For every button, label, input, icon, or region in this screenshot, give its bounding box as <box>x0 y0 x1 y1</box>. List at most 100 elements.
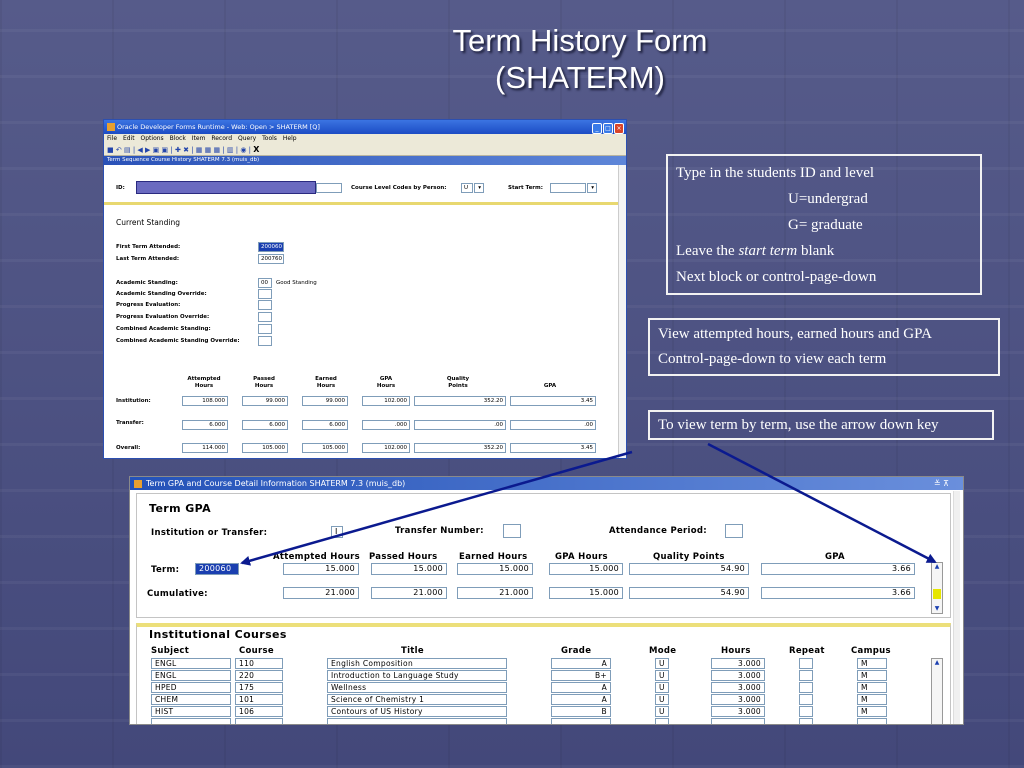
course-hours[interactable]: 3.000 <box>711 682 765 693</box>
course-hours[interactable] <box>711 718 765 724</box>
overall-attempted[interactable]: 114.000 <box>182 443 228 453</box>
standing-override-field[interactable] <box>258 289 272 299</box>
combined-override-field[interactable] <box>258 336 272 346</box>
course-title[interactable] <box>327 718 507 724</box>
minimize-icon[interactable]: _ <box>592 123 602 134</box>
query-icon[interactable]: ▦ <box>213 146 220 154</box>
chevron-down-icon[interactable]: ▾ <box>587 183 597 193</box>
inst-transfer-field[interactable]: I <box>331 526 343 538</box>
transfer-number-field[interactable] <box>503 524 521 538</box>
combined-standing-field[interactable] <box>258 324 272 334</box>
course-mode[interactable] <box>655 718 669 724</box>
close-icon[interactable]: × <box>614 123 624 134</box>
rollback-icon[interactable]: ↶ <box>116 146 122 154</box>
course-title[interactable]: Wellness <box>327 682 507 693</box>
next-block-icon[interactable]: ▶ <box>145 146 150 154</box>
course-mode[interactable]: U <box>655 694 669 705</box>
transfer-quality[interactable]: .00 <box>414 420 506 430</box>
menu-block[interactable]: Block <box>170 135 186 142</box>
scroll-up-icon[interactable]: ▲ <box>932 563 942 571</box>
menu-file[interactable]: File <box>107 135 117 142</box>
print-screen-icon[interactable]: ▥ <box>227 146 234 154</box>
transfer-gpa-hours[interactable]: .000 <box>362 420 410 430</box>
id-search-field[interactable] <box>316 183 342 193</box>
transfer-earned[interactable]: 6.000 <box>302 420 348 430</box>
course-subject[interactable]: HPED <box>151 682 231 693</box>
course-repeat[interactable] <box>799 658 813 669</box>
scroll-up-icon[interactable]: ▲ <box>932 659 942 667</box>
term-attempted[interactable]: 15.000 <box>283 563 359 575</box>
course-grade[interactable]: B <box>551 706 611 717</box>
course-mode[interactable]: U <box>655 670 669 681</box>
menu-record[interactable]: Record <box>211 135 232 142</box>
academic-standing-field[interactable]: 00 <box>258 278 272 288</box>
course-repeat[interactable] <box>799 718 813 724</box>
save-icon[interactable]: ■ <box>107 146 114 154</box>
term-gpa-hours[interactable]: 15.000 <box>549 563 623 575</box>
level-code-field[interactable]: U <box>461 183 473 193</box>
inst-attempted[interactable]: 108.000 <box>182 396 228 406</box>
attendance-period-field[interactable] <box>725 524 743 538</box>
prev-block-icon[interactable]: ◀ <box>137 146 142 154</box>
transfer-passed[interactable]: 6.000 <box>242 420 288 430</box>
course-campus[interactable]: M <box>857 682 887 693</box>
course-number[interactable]: 175 <box>235 682 283 693</box>
print-icon[interactable]: ▤ <box>124 146 131 154</box>
inst-gpa[interactable]: 3.45 <box>510 396 596 406</box>
course-campus[interactable]: M <box>857 670 887 681</box>
course-grade[interactable] <box>551 718 611 724</box>
term-gpa[interactable]: 3.66 <box>761 563 915 575</box>
transfer-attempted[interactable]: 6.000 <box>182 420 228 430</box>
cumulative-gpa[interactable]: 3.66 <box>761 587 915 599</box>
first-term-field[interactable]: 200060 <box>258 242 284 252</box>
course-hours[interactable]: 3.000 <box>711 706 765 717</box>
course-mode[interactable]: U <box>655 658 669 669</box>
course-campus[interactable]: M <box>857 706 887 717</box>
rollback-form-icon[interactable]: ▣ <box>162 146 169 154</box>
course-number[interactable]: 220 <box>235 670 283 681</box>
menu-tools[interactable]: Tools <box>262 135 277 142</box>
term-field[interactable]: 200060 <box>195 563 239 575</box>
inst-quality[interactable]: 352.20 <box>414 396 506 406</box>
cumulative-quality[interactable]: 54.90 <box>629 587 749 599</box>
course-number[interactable]: 106 <box>235 706 283 717</box>
course-mode[interactable]: U <box>655 706 669 717</box>
transfer-gpa[interactable]: .00 <box>510 420 596 430</box>
inst-gpa-hours[interactable]: 102.000 <box>362 396 410 406</box>
course-title[interactable]: English Composition <box>327 658 507 669</box>
course-hours[interactable]: 3.000 <box>711 694 765 705</box>
course-title[interactable]: Contours of US History <box>327 706 507 717</box>
overall-gpa[interactable]: 3.45 <box>510 443 596 453</box>
exit-icon[interactable]: X <box>253 145 259 154</box>
course-subject[interactable]: CHEM <box>151 694 231 705</box>
course-number[interactable] <box>235 718 283 724</box>
next-record-icon[interactable]: ▣ <box>153 146 160 154</box>
search-icon[interactable]: ▦ <box>196 146 203 154</box>
course-campus[interactable]: M <box>857 658 887 669</box>
course-subject[interactable]: ENGL <box>151 670 231 681</box>
course-repeat[interactable] <box>799 682 813 693</box>
course-campus[interactable] <box>857 718 887 724</box>
course-grade[interactable]: B+ <box>551 670 611 681</box>
cumulative-gpa-hours[interactable]: 15.000 <box>549 587 623 599</box>
cumulative-attempted[interactable]: 21.000 <box>283 587 359 599</box>
course-grade[interactable]: A <box>551 658 611 669</box>
progress-eval-override-field[interactable] <box>258 312 272 322</box>
course-hours[interactable]: 3.000 <box>711 670 765 681</box>
start-term-field[interactable] <box>550 183 586 193</box>
menu-help[interactable]: Help <box>283 135 297 142</box>
window-controls[interactable]: ≚ ⊼ <box>934 477 949 490</box>
course-number[interactable]: 110 <box>235 658 283 669</box>
filter-icon[interactable]: ▦ <box>205 146 212 154</box>
course-subject[interactable]: ENGL <box>151 658 231 669</box>
course-mode[interactable]: U <box>655 682 669 693</box>
course-repeat[interactable] <box>799 706 813 717</box>
term-passed[interactable]: 15.000 <box>371 563 447 575</box>
progress-eval-field[interactable] <box>258 300 272 310</box>
help-icon[interactable]: ◉ <box>240 146 246 154</box>
course-subject[interactable]: HIST <box>151 706 231 717</box>
term-scrollbar[interactable]: ▲ ▼ <box>931 562 943 614</box>
cumulative-passed[interactable]: 21.000 <box>371 587 447 599</box>
vertical-scrollbar[interactable] <box>618 165 626 458</box>
course-number[interactable]: 101 <box>235 694 283 705</box>
